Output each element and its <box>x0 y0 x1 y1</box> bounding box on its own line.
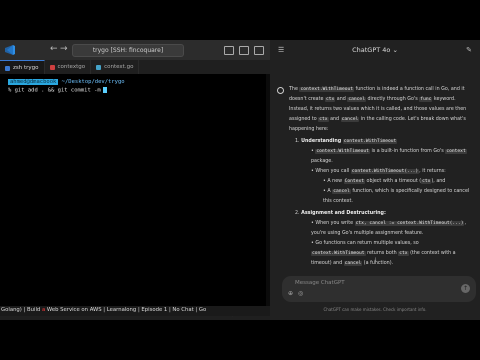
sub-bullet-1: • A new Context object with a timeout (c… <box>323 179 446 184</box>
title-bar: ← → trygo [SSH: fincoquare] <box>0 40 270 60</box>
toggle-secondary-sidebar-icon[interactable] <box>254 46 264 55</box>
new-chat-icon[interactable]: ✎ <box>466 46 472 54</box>
tab-contextgo[interactable]: contextgo <box>45 60 92 74</box>
terminal-command-line: % git add . && git commit -m <box>8 87 107 94</box>
screen-frame: ← → trygo [SSH: fincoquare] zsh trygo co… <box>0 40 480 320</box>
tab-label: zsh trygo <box>13 65 39 71</box>
chat-disclaimer: ChatGPT can make mistakes. Check importa… <box>323 307 427 312</box>
message-placeholder: Message ChatGPT <box>295 280 345 286</box>
toggle-panel-icon[interactable] <box>239 46 249 55</box>
forward-arrow-icon[interactable]: → <box>60 44 68 54</box>
bullet-4: • Go functions can return multiple value… <box>311 241 456 266</box>
bullet-3: • When you write ctx, cancel := context.… <box>311 221 466 236</box>
intro-paragraph: The context.WithTimeout function is inde… <box>289 87 467 132</box>
prompt-user: ahmed@dmacbook <box>8 79 59 85</box>
video-title-bar: Golang) | Build a Web Service on AWS | L… <box>0 306 270 316</box>
vscode-window: ← → trygo [SSH: fincoquare] zsh trygo co… <box>0 40 270 320</box>
terminal-panel[interactable]: ahmed@dmacbook ~/Desktop/dev/trygo % git… <box>0 74 268 309</box>
tab-label: context.go <box>104 64 134 70</box>
chatgpt-avatar-icon <box>277 87 284 94</box>
vscode-logo-icon <box>5 45 15 55</box>
command-center[interactable]: trygo [SSH: fincoquare] <box>72 44 184 57</box>
terminal-command: % git add . && git commit -m <box>8 87 101 94</box>
tab-terminal[interactable]: zsh trygo <box>0 60 45 75</box>
terminal-cursor <box>102 87 107 93</box>
tab-context-go[interactable]: context.go <box>91 60 140 74</box>
terminal-icon <box>5 65 10 71</box>
attach-icon[interactable]: ⊕ <box>288 290 293 297</box>
editor-tabs: zsh trygo contextgo context.go <box>0 60 270 75</box>
go-file-icon <box>96 64 102 70</box>
file-icon <box>49 64 55 70</box>
section-1-heading: 1. Understanding context.WithTimeout <box>295 139 398 144</box>
video-title: Golang) | Build a Web Service on AWS | L… <box>1 307 207 313</box>
section-2-heading: 2. Assignment and Destructuring: <box>295 211 386 216</box>
bullet-2: • When you call context.WithTimeout(...)… <box>311 169 446 174</box>
assistant-message: The context.WithTimeout function is inde… <box>289 85 473 269</box>
sub-bullet-2: • A cancel function, which is specifical… <box>323 189 470 204</box>
scroll-down-arrow-icon[interactable]: ↓ <box>373 257 379 263</box>
tools-icon[interactable]: ◎ <box>298 290 303 297</box>
back-arrow-icon[interactable]: ← <box>50 44 58 54</box>
model-selector[interactable]: ChatGPT 4o ⌄ <box>270 46 480 54</box>
chat-header: ☰ ChatGPT 4o ⌄ ✎ <box>270 40 480 60</box>
tab-label: contextgo <box>57 64 86 70</box>
bullet-1: • context.WithTimeout is a built-in func… <box>311 149 467 164</box>
layout-controls <box>224 46 264 55</box>
voice-mode-icon[interactable]: ↑ <box>461 284 470 293</box>
prompt-path: ~/Desktop/dev/trygo <box>61 79 125 85</box>
toggle-sidebar-icon[interactable] <box>224 46 234 55</box>
message-input[interactable]: Message ChatGPT ⊕ ◎ ↑ <box>282 276 476 302</box>
model-label: ChatGPT 4o <box>352 46 391 54</box>
terminal-prompt-line: ahmed@dmacbook ~/Desktop/dev/trygo <box>8 79 125 85</box>
